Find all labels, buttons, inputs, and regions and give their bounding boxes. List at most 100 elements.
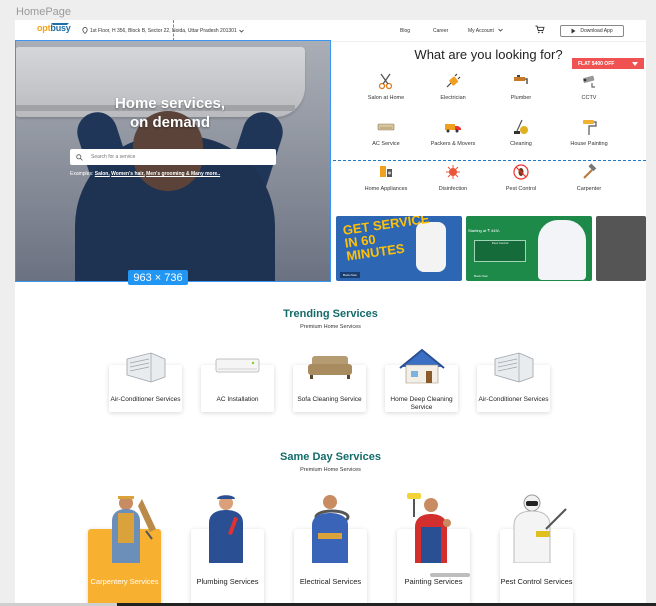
ac-icon: [377, 123, 395, 131]
divider-dashed: [333, 160, 646, 161]
category-label: Plumber: [510, 95, 532, 101]
sameday-card-pest-control[interactable]: Pest Control Services: [500, 494, 573, 604]
trending-card-label: Air-Conditioner Services: [110, 396, 181, 403]
sofa-icon: [308, 356, 352, 379]
top-header: optbusy 1st Floor, H 356, Block B, Secto…: [15, 20, 646, 42]
category-home-appliances[interactable]: Home Appliances: [356, 163, 416, 192]
category-label: Carpenter: [576, 186, 602, 192]
nav-career[interactable]: Career: [433, 28, 448, 34]
category-packers-movers[interactable]: Packers & Movers: [423, 118, 483, 147]
homepage-frame: optbusy 1st Floor, H 356, Block B, Secto…: [15, 20, 646, 604]
trending-card-air-conditioner[interactable]: Air-Conditioner Services: [109, 352, 182, 412]
nav-my-account[interactable]: My Account: [468, 28, 504, 34]
plumber-worker-image: [209, 495, 243, 563]
category-label: House Painting: [570, 141, 608, 147]
play-store-icon: [571, 28, 576, 34]
category-cleaning[interactable]: Cleaning: [491, 118, 551, 147]
category-house-painting[interactable]: House Painting: [559, 118, 619, 147]
category-label: Disinfection: [438, 186, 468, 192]
category-label: Salon at Home: [367, 95, 405, 101]
trending-card-label: AC Installation: [216, 396, 259, 403]
cart-icon[interactable]: [535, 25, 545, 34]
paint-roller-icon: [583, 120, 597, 135]
chevron-down-icon: [238, 29, 244, 33]
plug-icon: [446, 73, 461, 88]
sameday-card-painting[interactable]: Painting Services: [397, 493, 470, 604]
trending-card-air-conditioner-2[interactable]: Air-Conditioner Services: [477, 352, 550, 412]
category-label: CCTV: [581, 95, 597, 101]
trending-card-sofa-cleaning[interactable]: Sofa Cleaning Service: [293, 356, 366, 412]
canvas-frame-label: HomePage: [16, 6, 72, 18]
cctv-icon: [582, 75, 595, 88]
truck-icon: [445, 124, 461, 133]
sameday-card-label: Carpentery Services: [90, 577, 159, 586]
hammer-icon: [583, 163, 597, 179]
measure-guide: [173, 20, 174, 41]
nav-my-account-label: My Account: [468, 28, 494, 34]
category-label: Electrician: [440, 95, 466, 101]
same-day-services-subtitle: Premium Home Services: [300, 467, 361, 473]
logo-text-busy: busy: [50, 23, 71, 33]
banner-pest-control-offer[interactable]: Starting at ₹ 449/- Pest Control Book No…: [466, 216, 592, 281]
faucet-icon: [514, 75, 528, 84]
caret-down-icon: [632, 61, 638, 66]
logo-text-opt: opt: [37, 23, 51, 33]
sameday-card-carpentery[interactable]: Carpentery Services: [88, 496, 161, 604]
electrician-worker-image: [312, 495, 350, 563]
banner-third-partial[interactable]: [596, 216, 646, 281]
banner2-card: Pest Control: [474, 240, 526, 262]
sameday-card-label: Pest Control Services: [500, 577, 573, 586]
trending-card-ac-installation[interactable]: AC Installation: [201, 358, 274, 412]
category-label: Home Appliances: [364, 186, 408, 192]
sameday-card-label: Painting Services: [404, 577, 463, 586]
category-label: Pest Control: [505, 186, 537, 192]
trending-card-home-deep-cleaning[interactable]: Home Deep Cleaning Service: [385, 348, 458, 412]
bug-icon: [513, 164, 529, 180]
category-salon-at-home[interactable]: Salon at Home: [356, 72, 416, 101]
chevron-down-icon: [498, 28, 504, 32]
category-label: Packers & Movers: [430, 141, 476, 147]
sameday-card-electrical[interactable]: Electrical Services: [294, 495, 367, 604]
download-app-button[interactable]: Download App: [560, 25, 624, 37]
trending-card-label: Home Deep Cleaning Service: [390, 396, 453, 411]
trending-services-title: Trending Services: [283, 308, 378, 320]
nav-blog[interactable]: Blog: [400, 28, 410, 34]
house-icon: [399, 348, 445, 384]
category-carpenter[interactable]: Carpenter: [559, 163, 619, 192]
sameday-card-plumbing[interactable]: Plumbing Services: [191, 495, 264, 604]
promo-text: FLAT $400 OFF: [578, 60, 615, 67]
window-ac-icon: [494, 352, 534, 383]
promo-badge[interactable]: FLAT $400 OFF: [572, 58, 644, 69]
category-ac-service[interactable]: AC Service: [356, 118, 416, 147]
category-plumber[interactable]: Plumber: [491, 72, 551, 101]
selection-outline: [15, 40, 331, 282]
same-day-services-title: Same Day Services: [280, 451, 381, 463]
appliance-icon: [380, 166, 392, 177]
trending-card-label: Sofa Cleaning Service: [297, 396, 362, 403]
virus-icon: [446, 165, 460, 179]
pest-control-worker-image: [513, 494, 567, 563]
category-cctv[interactable]: CCTV: [559, 72, 619, 101]
banner1-book-now[interactable]: Book Now: [340, 272, 360, 278]
category-disinfection[interactable]: Disinfection: [423, 163, 483, 192]
dimension-badge: 963 × 736: [128, 270, 188, 285]
category-pest-control[interactable]: Pest Control: [491, 163, 551, 192]
banner-get-service-60-minutes[interactable]: GET SERVICE IN 60 MINUTES Book Now: [336, 216, 462, 281]
trending-services-subtitle: Premium Home Services: [300, 324, 361, 330]
location-pin-icon: [82, 27, 88, 34]
location-selector[interactable]: 1st Floor, H 356, Block B, Sector 22, No…: [82, 27, 244, 34]
trending-card-label: Air-Conditioner Services: [478, 396, 549, 403]
category-label: Cleaning: [510, 141, 532, 147]
pest-control-worker-image: [538, 220, 586, 280]
category-electrician[interactable]: Electrician: [423, 72, 483, 101]
sameday-card-label: Plumbing Services: [196, 577, 259, 586]
sameday-card-label: Electrical Services: [299, 577, 362, 586]
scissors-icon: [378, 73, 393, 90]
logo[interactable]: optbusy: [37, 23, 71, 33]
banner2-book-now[interactable]: Book Now: [474, 274, 488, 278]
split-ac-icon: [215, 358, 260, 373]
carpenter-worker-image: [112, 496, 156, 563]
horizontal-scrollbar[interactable]: [430, 573, 470, 577]
banner2-price: Starting at ₹ 449/-: [468, 228, 501, 233]
download-app-label: Download App: [580, 28, 613, 34]
